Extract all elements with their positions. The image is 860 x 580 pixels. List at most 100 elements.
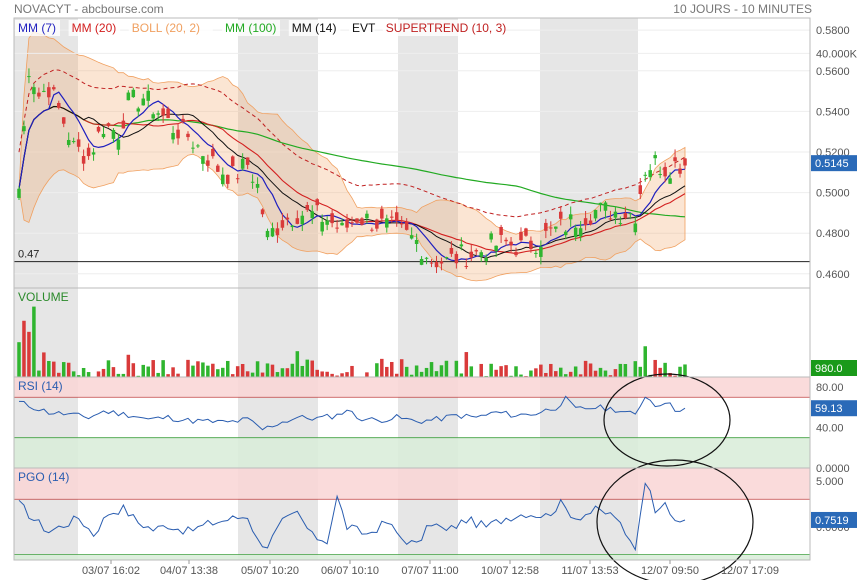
volume-bar — [504, 365, 508, 377]
candle — [37, 92, 41, 97]
volume-bar — [623, 364, 628, 377]
candle — [131, 89, 136, 98]
volume-tick-label: 40.000K — [816, 48, 858, 60]
candle — [424, 257, 429, 259]
volume-bar — [186, 359, 190, 377]
candle — [295, 218, 300, 224]
volume-bar — [221, 367, 225, 377]
rsi-tick-label: 40.00 — [816, 423, 844, 435]
candle — [305, 205, 310, 210]
rsi-oversold-zone — [14, 437, 810, 468]
candle — [573, 227, 578, 238]
candle — [608, 218, 613, 220]
volume-bar — [201, 362, 205, 377]
candle — [434, 261, 439, 268]
candle — [111, 129, 116, 139]
stock-chart[interactable]: 0.58000.56000.54000.52000.50000.48000.46… — [0, 0, 860, 580]
volume-bar — [499, 366, 503, 377]
candle — [101, 133, 106, 138]
candle — [270, 228, 275, 237]
candle — [235, 178, 240, 180]
candle — [32, 87, 36, 95]
volume-bar — [295, 351, 300, 377]
volume-bar — [206, 365, 210, 377]
volume-bar — [365, 372, 369, 377]
volume-bar — [196, 361, 200, 377]
volume-bar — [489, 363, 493, 377]
volume-bar — [583, 360, 588, 377]
rsi-overbought-zone — [14, 377, 810, 398]
volume-bar — [419, 371, 424, 377]
volume-bar — [22, 320, 26, 377]
candle — [444, 257, 449, 259]
volume-bar — [161, 360, 165, 377]
candle — [673, 157, 677, 162]
volume-bar — [146, 366, 150, 377]
candle — [285, 217, 290, 220]
volume-bar — [280, 368, 285, 377]
candle — [171, 132, 175, 140]
price-tick-label: 0.5800 — [816, 25, 850, 37]
candle — [474, 250, 479, 252]
volume-bar — [340, 373, 344, 377]
volume-bar — [216, 369, 220, 377]
volume-bar — [86, 372, 91, 377]
candle — [568, 214, 573, 220]
candle — [563, 231, 568, 236]
price-last-value: 0.5145 — [815, 158, 849, 170]
price-tick-label: 0.5400 — [816, 106, 850, 118]
volume-bar — [663, 362, 667, 377]
candle — [126, 92, 131, 101]
volume-bar — [345, 372, 349, 377]
volume-bar — [618, 363, 623, 377]
volume-bar — [96, 371, 101, 377]
candle — [643, 174, 647, 176]
volume-bar — [61, 362, 66, 377]
candle — [633, 223, 638, 233]
candle — [325, 220, 329, 225]
candle — [558, 211, 563, 219]
candle — [186, 133, 190, 138]
shade-band — [398, 288, 458, 377]
candle — [260, 209, 265, 215]
volume-bar — [32, 306, 36, 377]
candle — [91, 152, 96, 155]
legend-item: BOLL (20, 2) — [132, 21, 200, 35]
candle — [116, 139, 121, 150]
volume-bar — [638, 366, 643, 377]
candle — [404, 221, 409, 230]
candle — [499, 226, 503, 235]
price-tick-label: 0.5600 — [816, 66, 850, 78]
candle — [549, 227, 553, 229]
volume-bar — [390, 361, 394, 377]
volume-bar — [171, 367, 175, 377]
candle — [479, 252, 483, 257]
volume-bar — [111, 367, 116, 377]
volume-bar — [404, 366, 409, 377]
candle — [588, 220, 593, 225]
volume-bar — [141, 364, 146, 377]
candle — [394, 212, 399, 221]
candle — [156, 113, 160, 115]
candle — [250, 181, 255, 183]
candle — [106, 123, 111, 127]
volume-bar — [529, 370, 533, 377]
candle — [494, 245, 498, 251]
volume-bar — [658, 367, 662, 377]
volume-bar — [265, 363, 270, 377]
volume-bar — [603, 370, 608, 377]
volume-bar — [320, 371, 324, 377]
candle — [613, 211, 618, 218]
volume-bar — [211, 363, 215, 377]
rsi-label: RSI (14) — [18, 379, 63, 393]
candle — [355, 218, 359, 223]
candle — [240, 158, 245, 169]
candle — [96, 126, 101, 132]
volume-bar — [106, 360, 111, 377]
candle — [678, 168, 682, 174]
volume-bar — [151, 360, 155, 377]
candle — [225, 174, 230, 184]
candle — [310, 211, 314, 219]
candle — [350, 222, 354, 224]
candle — [196, 145, 200, 147]
